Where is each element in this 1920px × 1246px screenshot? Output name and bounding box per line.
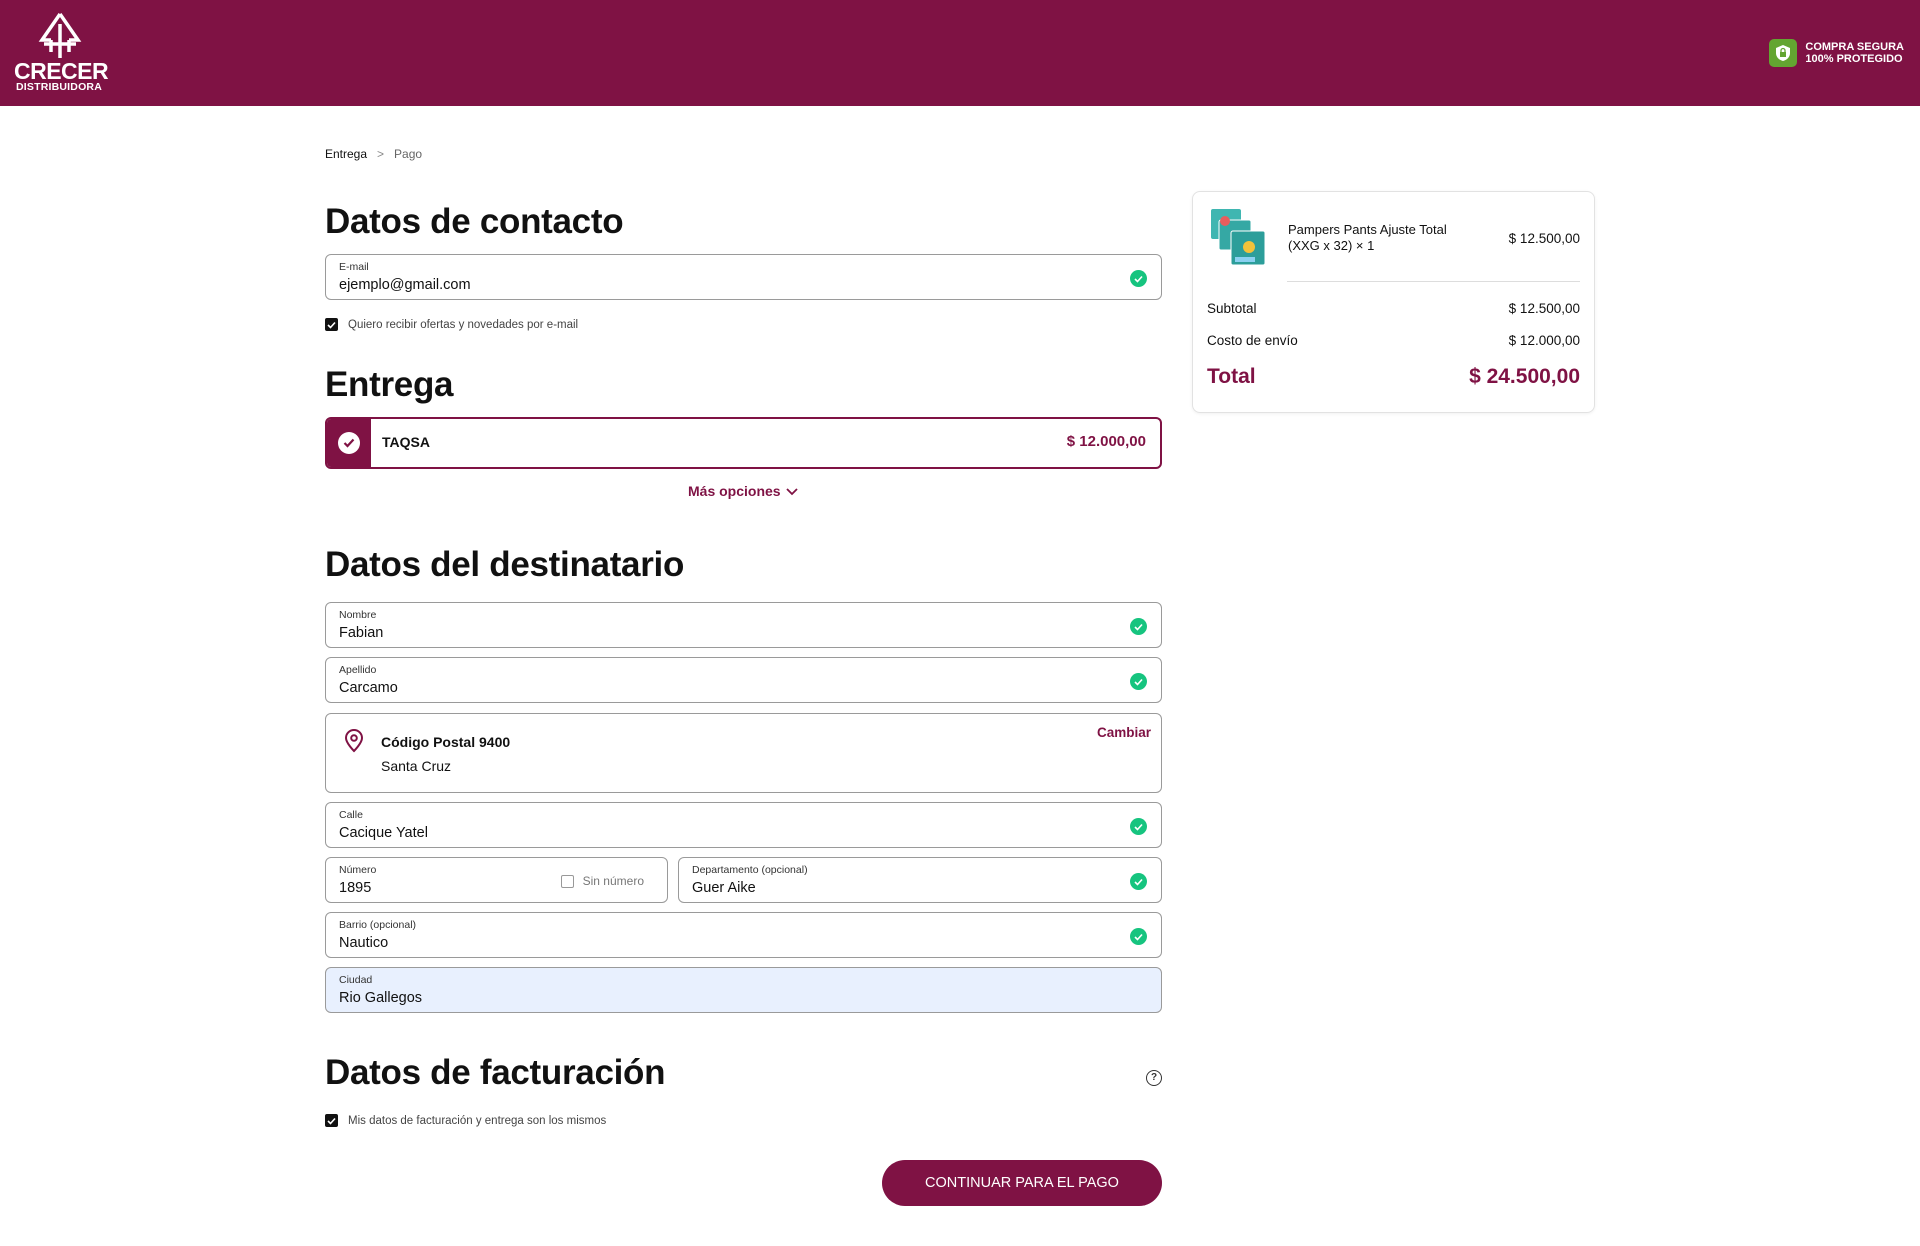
product-price: $ 12.500,00 — [1508, 231, 1580, 246]
numero-value[interactable]: 1895 — [339, 880, 371, 896]
subtotal-value: $ 12.500,00 — [1508, 301, 1580, 316]
numero-label: Número — [339, 864, 377, 876]
email-label: E-mail — [339, 261, 369, 273]
selected-check-icon — [338, 432, 360, 454]
shipping-option-name: TAQSA — [382, 434, 430, 450]
ciudad-label: Ciudad — [339, 974, 373, 986]
billing-same-label: Mis datos de facturación y entrega son l… — [348, 1114, 607, 1127]
apellido-field[interactable]: Apellido Carcamo — [325, 657, 1162, 703]
barrio-value[interactable]: Nautico — [339, 935, 388, 951]
nombre-value[interactable]: Fabian — [339, 625, 383, 641]
contact-section-title: Datos de contacto — [325, 202, 624, 241]
subtotal-row: Subtotal $ 12.500,00 — [1207, 301, 1580, 316]
calle-field[interactable]: Calle Cacique Yatel — [325, 802, 1162, 848]
change-postal-link[interactable]: Cambiar — [1097, 725, 1151, 740]
secure-line-1: COMPRA SEGURA — [1805, 41, 1904, 53]
nombre-label: Nombre — [339, 609, 377, 621]
brand-subtitle: DISTRIBUIDORA — [15, 81, 102, 93]
ciudad-value[interactable]: Rio Gallegos — [339, 990, 422, 1006]
more-options-label: Más opciones — [688, 483, 781, 499]
continue-to-payment-button[interactable]: CONTINUAR PARA EL PAGO — [882, 1160, 1162, 1206]
valid-check-icon — [1130, 673, 1147, 690]
postal-code-box: Código Postal 9400 Santa Cruz Cambiar — [325, 713, 1162, 793]
location-pin-icon — [344, 729, 364, 753]
recipient-section-title: Datos del destinatario — [325, 545, 685, 584]
apellido-value[interactable]: Carcamo — [339, 680, 398, 696]
billing-same-checkbox-row[interactable]: Mis datos de facturación y entrega son l… — [325, 1114, 606, 1127]
billing-section-title: Datos de facturación — [325, 1053, 666, 1092]
sin-numero-checkbox-row[interactable]: Sin número — [560, 874, 644, 888]
delivery-section-title: Entrega — [325, 365, 454, 404]
total-value: $ 24.500,00 — [1469, 365, 1580, 388]
ciudad-field[interactable]: Ciudad Rio Gallegos — [325, 967, 1162, 1013]
postal-code-text: Código Postal 9400 — [381, 734, 511, 750]
email-field[interactable]: E-mail ejemplo@gmail.com — [325, 254, 1162, 300]
shipping-cost-label: Costo de envío — [1207, 333, 1298, 348]
newsletter-label: Quiero recibir ofertas y novedades por e… — [348, 318, 579, 331]
total-row: Total $ 24.500,00 — [1207, 365, 1580, 389]
calle-label: Calle — [339, 809, 363, 821]
valid-check-icon — [1130, 818, 1147, 835]
breadcrumb-pago[interactable]: Pago — [394, 147, 422, 161]
order-summary: Pampers Pants Ajuste Total (XXG x 32) × … — [1192, 191, 1595, 413]
brand-logo[interactable]: CRECER DISTRIBUIDORA — [14, 12, 114, 96]
help-icon[interactable]: ? — [1146, 1070, 1162, 1086]
departamento-field[interactable]: Departamento (opcional) Guer Aike — [678, 857, 1162, 903]
subtotal-label: Subtotal — [1207, 301, 1257, 316]
departamento-value[interactable]: Guer Aike — [692, 880, 756, 896]
lock-shield-icon — [1769, 39, 1798, 67]
shipping-cost-value: $ 12.000,00 — [1508, 333, 1580, 348]
breadcrumb-separator: > — [377, 147, 385, 161]
total-label: Total — [1207, 365, 1256, 388]
apellido-label: Apellido — [339, 664, 377, 676]
chevron-down-icon — [785, 487, 798, 495]
newsletter-checkbox-row[interactable]: Quiero recibir ofertas y novedades por e… — [325, 318, 578, 331]
summary-divider — [1287, 281, 1580, 282]
header-bar: CRECER DISTRIBUIDORA COMPRA SEGURA 100% … — [0, 0, 1920, 106]
valid-check-icon — [1130, 270, 1147, 287]
shipping-option-selected[interactable]: TAQSA $ 12.000,00 — [325, 417, 1162, 469]
more-options-link[interactable]: Más opciones — [688, 483, 799, 499]
newsletter-checkbox[interactable] — [325, 318, 338, 331]
numero-field[interactable]: Número 1895 Sin número — [325, 857, 668, 903]
breadcrumb: Entrega > Pago — [325, 147, 422, 161]
sin-numero-checkbox[interactable] — [560, 874, 574, 888]
logo-arrow-icon — [38, 13, 82, 58]
sin-numero-label: Sin número — [582, 874, 644, 888]
email-value[interactable]: ejemplo@gmail.com — [339, 277, 471, 293]
valid-check-icon — [1130, 873, 1147, 890]
billing-same-checkbox[interactable] — [325, 1114, 338, 1127]
secure-purchase-badge: COMPRA SEGURA 100% PROTEGIDO — [1769, 39, 1904, 67]
product-thumbnail — [1211, 209, 1266, 266]
brand-name: CRECER — [14, 58, 109, 84]
product-name: Pampers Pants Ajuste Total (XXG x 32) × … — [1288, 222, 1447, 253]
nombre-field[interactable]: Nombre Fabian — [325, 602, 1162, 648]
breadcrumb-entrega[interactable]: Entrega — [325, 147, 367, 161]
valid-check-icon — [1130, 928, 1147, 945]
province-text: Santa Cruz — [381, 758, 452, 774]
calle-value[interactable]: Cacique Yatel — [339, 825, 428, 841]
barrio-label: Barrio (opcional) — [339, 919, 417, 931]
shipping-cost-row: Costo de envío $ 12.000,00 — [1207, 333, 1580, 348]
departamento-label: Departamento (opcional) — [692, 864, 808, 876]
secure-line-2: 100% PROTEGIDO — [1805, 53, 1903, 65]
shipping-option-price: $ 12.000,00 — [1066, 433, 1146, 450]
valid-check-icon — [1130, 618, 1147, 635]
barrio-field[interactable]: Barrio (opcional) Nautico — [325, 912, 1162, 958]
